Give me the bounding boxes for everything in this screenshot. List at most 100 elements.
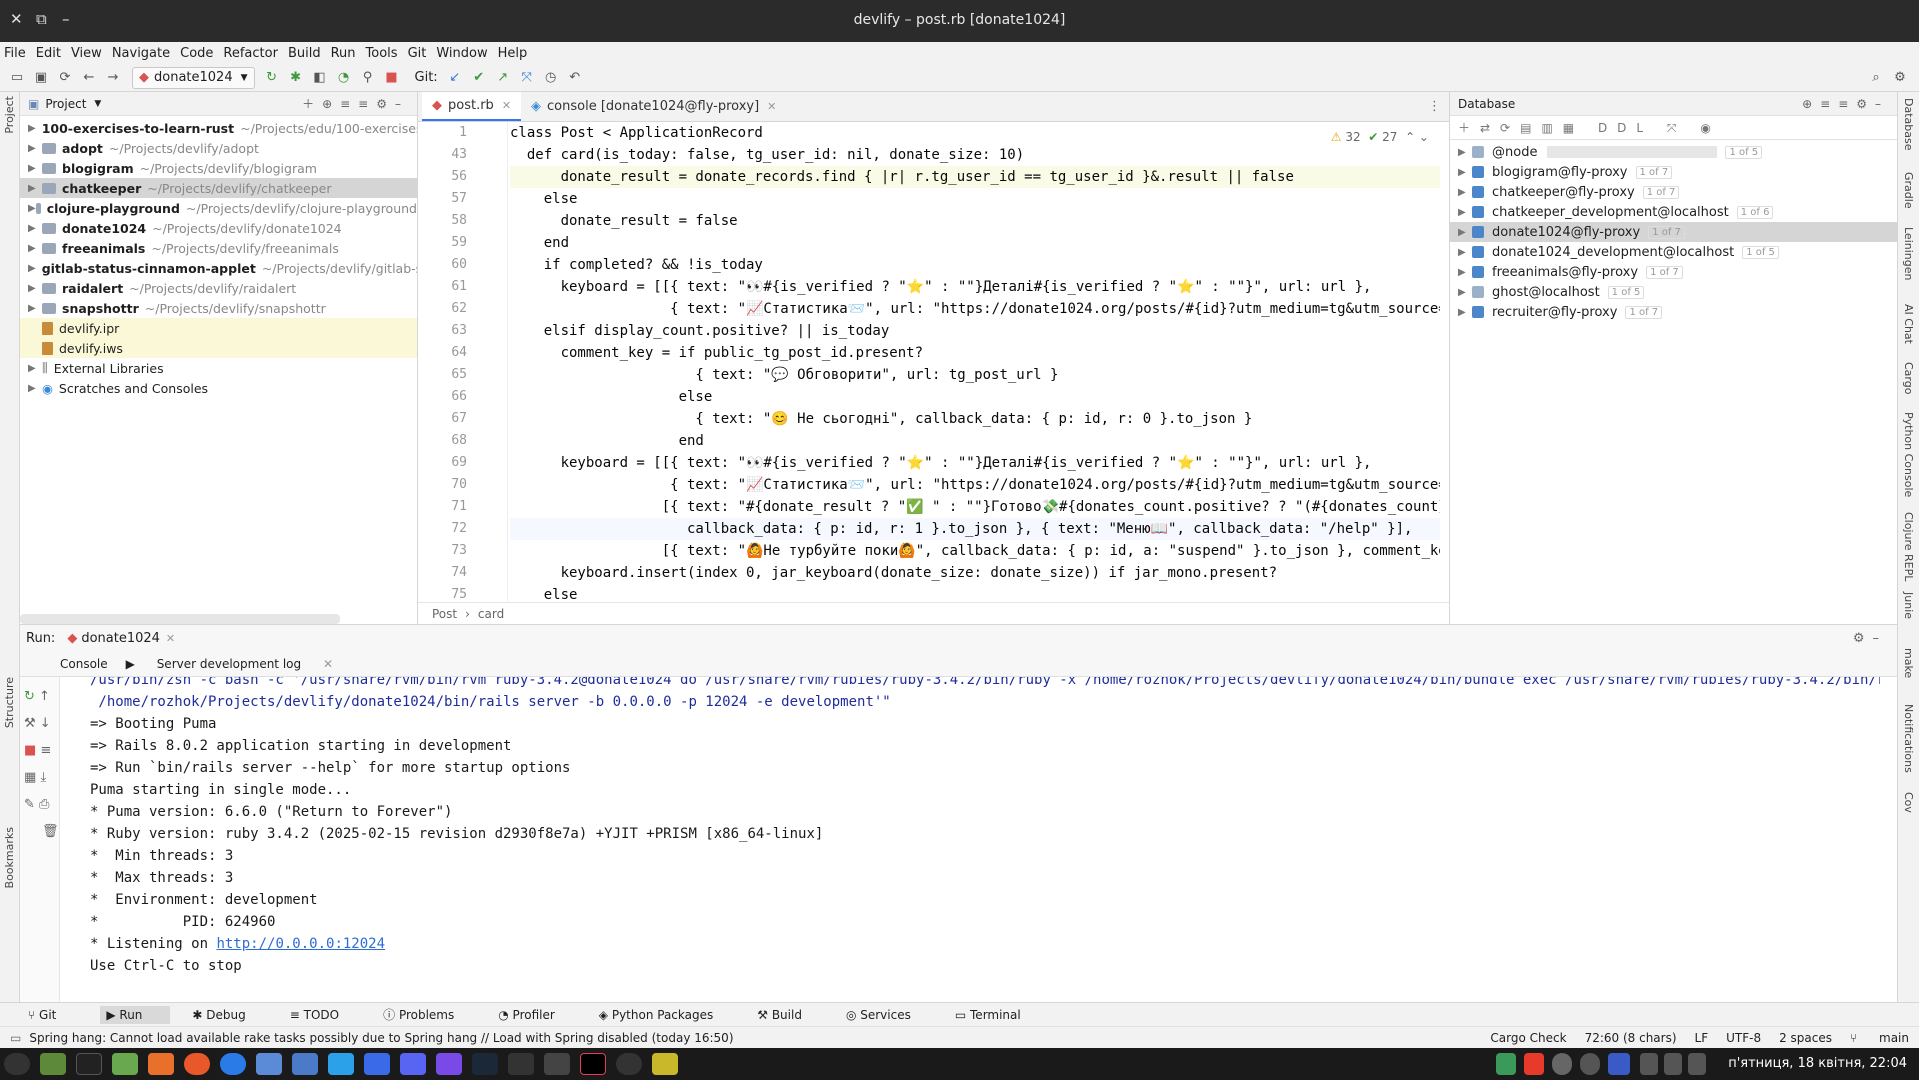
- database-tool-tab[interactable]: Database: [1902, 98, 1915, 151]
- tab-console[interactable]: ◈ console [donate1024@fly-proxy] ✕: [521, 92, 786, 121]
- code-line[interactable]: { text: "💬 Обговорити", url: tg_post_url…: [510, 364, 1440, 386]
- chevron-right-icon[interactable]: ▶: [28, 303, 42, 314]
- db-source-item[interactable]: ▶ blogigram@fly-proxy 1 of 7: [1450, 162, 1897, 182]
- taskbar-clock[interactable]: п'ятниця, 18 квітня, 22:04: [1728, 1056, 1907, 1071]
- more-icon[interactable]: ⋮: [1428, 99, 1441, 114]
- battery-icon[interactable]: [1688, 1053, 1706, 1075]
- chevron-right-icon[interactable]: ▶: [28, 283, 42, 294]
- code-line[interactable]: { text: "😊 Не сьогодні", callback_data: …: [510, 408, 1440, 430]
- horizontal-scrollbar[interactable]: [20, 614, 340, 624]
- db-source-item-selected[interactable]: ▶ donate1024@fly-proxy 1 of 7: [1450, 222, 1897, 242]
- close-icon[interactable]: ✕: [767, 100, 776, 113]
- code-line[interactable]: [{ text: "#{donate_result ? "✅ " : ""}Го…: [510, 496, 1440, 518]
- firefox-icon[interactable]: [184, 1053, 210, 1075]
- close-icon[interactable]: ✕: [323, 657, 333, 671]
- code-line[interactable]: end: [510, 430, 1440, 452]
- project-title[interactable]: Project: [45, 97, 86, 111]
- stop-icon[interactable]: ■: [24, 743, 36, 758]
- project-tool-tab[interactable]: Project: [3, 96, 16, 134]
- tab-console[interactable]: Console: [60, 657, 108, 671]
- leiningen-tool-tab[interactable]: Leiningen: [1902, 227, 1915, 280]
- down-icon[interactable]: ↓: [40, 716, 51, 731]
- menu-tools[interactable]: Tools: [366, 46, 398, 61]
- file-encoding[interactable]: UTF-8: [1726, 1031, 1761, 1045]
- tool-tab-services[interactable]: ◎ Services: [846, 1008, 933, 1022]
- chevron-right-icon[interactable]: ▶: [28, 223, 42, 234]
- code-line[interactable]: elsif display_count.positive? || is_toda…: [510, 320, 1440, 342]
- code-line[interactable]: { text: "📈Статистика📨", url: "https://do…: [510, 474, 1440, 496]
- wrench-icon[interactable]: ⚒: [24, 716, 36, 731]
- files-icon[interactable]: [112, 1053, 138, 1075]
- database-header-actions[interactable]: ⊕≡≡⚙–: [1802, 97, 1889, 111]
- db-source-item[interactable]: ▶ donate1024_development@localhost 1 of 5: [1450, 242, 1897, 262]
- search-icon[interactable]: ⌕: [1865, 67, 1887, 89]
- code-line[interactable]: [{ text: "🙆Не турбуйте поки🙆", callback_…: [510, 540, 1440, 562]
- menu-help[interactable]: Help: [498, 46, 528, 61]
- tool-tab-run[interactable]: ▶ Run: [100, 1005, 171, 1024]
- structure-tool-tab[interactable]: Structure: [3, 677, 16, 728]
- chevron-right-icon[interactable]: ▶: [1458, 227, 1472, 238]
- code-line[interactable]: donate_result = donate_records.find { |r…: [510, 166, 1440, 188]
- run-config-select[interactable]: ◆ donate1024 ▼: [132, 66, 255, 89]
- tool-tab-terminal[interactable]: ▭ Terminal: [955, 1008, 1043, 1022]
- back-icon[interactable]: ←: [78, 67, 100, 89]
- pin-icon[interactable]: ✎: [24, 797, 35, 812]
- run-header-actions[interactable]: ⚙–: [1853, 631, 1887, 646]
- print-icon[interactable]: ⎙: [39, 797, 49, 812]
- chevron-right-icon[interactable]: ▶: [1458, 267, 1472, 278]
- clock-app-icon[interactable]: [616, 1053, 642, 1075]
- db-source-item[interactable]: ▶ @node 1 of 5: [1450, 142, 1897, 162]
- chevron-right-icon[interactable]: ▶: [28, 383, 42, 394]
- tree-item[interactable]: ▶ snapshottr ~/Projects/devlify/snapshottr: [20, 298, 417, 318]
- chevron-right-icon[interactable]: ▶: [28, 263, 36, 274]
- chevron-right-icon[interactable]: ▶: [1458, 307, 1472, 318]
- tree-item[interactable]: ▶ donate1024 ~/Projects/devlify/donate1024: [20, 218, 417, 238]
- chevron-right-icon[interactable]: ▶: [28, 363, 42, 374]
- code-line[interactable]: class Post < ApplicationRecord: [510, 122, 1440, 144]
- chevron-right-icon[interactable]: ▶: [28, 123, 36, 134]
- menu-edit[interactable]: Edit: [36, 46, 61, 61]
- breadcrumb-item[interactable]: Post: [432, 607, 457, 621]
- chevron-right-icon[interactable]: ▶: [28, 243, 42, 254]
- browser-icon[interactable]: [220, 1053, 246, 1075]
- chevron-right-icon[interactable]: ▶: [1458, 167, 1472, 178]
- menu-launcher-icon[interactable]: [4, 1053, 30, 1075]
- rerun-icon[interactable]: ↻: [24, 689, 35, 704]
- git-update-icon[interactable]: ↙: [444, 67, 466, 89]
- db-source-item[interactable]: ▶ freeanimals@fly-proxy 1 of 7: [1450, 262, 1897, 282]
- gear-icon[interactable]: ⚙: [1889, 67, 1911, 89]
- tray-icon[interactable]: [1496, 1053, 1516, 1075]
- debug-icon[interactable]: ✱: [285, 67, 307, 89]
- soft-wrap-icon[interactable]: ≡: [40, 743, 51, 758]
- chevron-right-icon[interactable]: ▶: [1458, 207, 1472, 218]
- tree-item[interactable]: ▶devlify.iws: [20, 338, 417, 358]
- tool-tab-debug[interactable]: ✱ Debug: [192, 1008, 267, 1022]
- volume-icon[interactable]: [1664, 1053, 1682, 1075]
- code-line[interactable]: keyboard.insert(index 0, jar_keyboard(do…: [510, 562, 1440, 584]
- tool-tab-profiler[interactable]: ◔ Profiler: [498, 1008, 577, 1022]
- chromium-icon[interactable]: [256, 1053, 282, 1075]
- tree-item[interactable]: ▶ gitlab-status-cinnamon-applet ~/Projects…: [20, 258, 417, 278]
- close-icon[interactable]: ✕: [502, 99, 511, 112]
- keyboard-layout-icon[interactable]: [1608, 1053, 1630, 1075]
- chevron-right-icon[interactable]: ▶: [28, 143, 42, 154]
- code-line[interactable]: if completed? && !is_today: [510, 254, 1440, 276]
- tree-item[interactable]: ▶ 100-exercises-to-learn-rust ~/Projects/e…: [20, 118, 417, 138]
- code-line[interactable]: else: [510, 584, 1440, 602]
- tab-server-log[interactable]: ▶ Server development log ✕: [126, 657, 351, 671]
- cargo-tool-tab[interactable]: Cargo: [1902, 362, 1915, 394]
- tool-tab-python-packages[interactable]: ◈ Python Packages: [599, 1008, 735, 1022]
- tree-item[interactable]: ▶ ⫼ External Libraries: [20, 358, 417, 378]
- python-console-tool-tab[interactable]: Python Console: [1902, 412, 1915, 497]
- chevron-right-icon[interactable]: ▶: [28, 163, 42, 174]
- tool-tab-build[interactable]: ⚒ Build: [757, 1008, 824, 1022]
- save-icon[interactable]: ▣: [30, 67, 52, 89]
- db-source-item[interactable]: ▶ chatkeeper_development@localhost 1 of 6: [1450, 202, 1897, 222]
- code-line[interactable]: keyboard = [[{ text: "👀#{is_verified ? "…: [510, 276, 1440, 298]
- close-icon[interactable]: ✕: [166, 632, 175, 645]
- tree-item[interactable]: ▶ clojure-playground ~/Projects/devlify/cl…: [20, 198, 417, 218]
- menu-window[interactable]: Window: [436, 46, 487, 61]
- up-icon[interactable]: ↑: [39, 689, 50, 704]
- history-icon[interactable]: ◷: [540, 67, 562, 89]
- wifi-icon[interactable]: [1640, 1053, 1658, 1075]
